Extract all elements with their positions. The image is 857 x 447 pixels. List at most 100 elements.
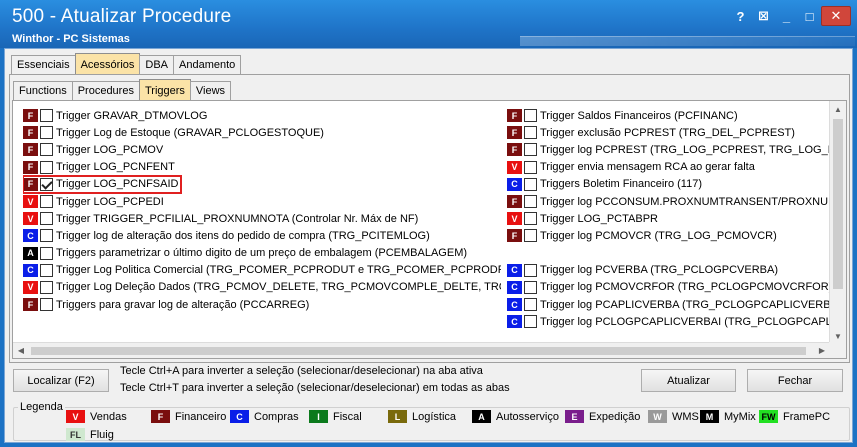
trigger-checkbox[interactable] bbox=[524, 212, 537, 226]
localizar-button[interactable]: Localizar (F2) bbox=[13, 369, 109, 392]
trigger-item[interactable]: F Trigger LOG_PCMOV bbox=[23, 141, 501, 158]
close-icon[interactable]: ✕ bbox=[821, 6, 851, 26]
trigger-checkbox[interactable] bbox=[524, 126, 537, 140]
category-badge: V bbox=[23, 280, 38, 294]
trigger-item[interactable]: F Trigger log PCCONSUM.PROXNUMTRANSENT/PR… bbox=[507, 193, 829, 210]
atualizar-button[interactable]: Atualizar bbox=[641, 369, 736, 392]
trigger-checkbox[interactable] bbox=[524, 315, 537, 329]
trigger-item[interactable] bbox=[507, 245, 829, 262]
legend-label: Compras bbox=[254, 410, 299, 423]
scroll-up-icon[interactable]: ▲ bbox=[830, 101, 846, 117]
triggers-list: F Trigger GRAVAR_DTMOVLOG F Trigger Log de … bbox=[12, 100, 847, 359]
trigger-checkbox[interactable] bbox=[524, 263, 537, 277]
trigger-item[interactable]: C Trigger Log Politica Comercial (TRG_PCO… bbox=[23, 262, 501, 279]
atualizar-button-label: Atualizar bbox=[667, 374, 710, 387]
trigger-checkbox[interactable] bbox=[524, 143, 537, 157]
trigger-item[interactable]: C Trigger log PCVERBA (TRG_PCLOGPCVERBA) bbox=[507, 262, 829, 279]
trigger-item[interactable]: F Trigger log PCMOVCR (TRG_LOG_PCMOVCR) bbox=[507, 227, 829, 244]
trigger-checkbox[interactable] bbox=[40, 280, 53, 294]
trigger-item[interactable]: C Trigger log PCLOGPCAPLICVERBAI (TRG_PCL… bbox=[507, 313, 829, 330]
tab-views[interactable]: Views bbox=[189, 81, 232, 100]
legend-item: F Financeiro bbox=[151, 410, 226, 423]
trigger-checkbox[interactable] bbox=[524, 195, 537, 209]
horizontal-scroll-thumb[interactable] bbox=[31, 347, 806, 355]
category-badge: C bbox=[507, 315, 522, 329]
trigger-item[interactable]: F Trigger Log de Estoque (GRAVAR_PCLOGEST… bbox=[23, 124, 501, 141]
trigger-label: Trigger log PCAPLICVERBA (TRG_PCLOGPCAPL… bbox=[540, 298, 829, 311]
trigger-item[interactable]: F Triggers para gravar log de alteração (… bbox=[23, 296, 501, 313]
trigger-label: Triggers para gravar log de alteração (P… bbox=[56, 298, 310, 311]
tab-dba[interactable]: DBA bbox=[139, 55, 174, 75]
legend-group: Legenda V Vendas F Financeiro C Compras I Fisca… bbox=[13, 401, 850, 441]
trigger-item[interactable]: F Trigger LOG_PCNFSAID bbox=[23, 174, 182, 194]
trigger-item[interactable]: C Trigger log de alteração dos itens do p… bbox=[23, 227, 501, 244]
vertical-scroll-thumb[interactable] bbox=[833, 119, 843, 289]
legend-badge: E bbox=[565, 410, 584, 423]
trigger-label: Trigger LOG_PCTABPR bbox=[540, 212, 658, 225]
legend-badge: A bbox=[472, 410, 491, 423]
tab-procedures[interactable]: Procedures bbox=[71, 81, 140, 100]
trigger-checkbox[interactable] bbox=[40, 126, 53, 140]
inner-tab-strip: Functions Procedures Triggers Views bbox=[13, 79, 232, 100]
trigger-checkbox[interactable] bbox=[40, 263, 53, 277]
trigger-item[interactable]: C Triggers Boletim Financeiro (117) bbox=[507, 176, 829, 193]
vertical-scrollbar[interactable]: ▲ ▼ bbox=[829, 101, 846, 344]
scroll-left-icon[interactable]: ◀ bbox=[13, 343, 29, 358]
legend-badge: FW bbox=[759, 410, 778, 423]
scroll-right-icon[interactable]: ▶ bbox=[814, 343, 830, 358]
trigger-checkbox[interactable] bbox=[40, 229, 53, 243]
maximize-icon[interactable]: □ bbox=[798, 6, 821, 26]
trigger-item[interactable]: V Trigger LOG_PCTABPR bbox=[507, 210, 829, 227]
tab-functions[interactable]: Functions bbox=[13, 81, 73, 100]
trigger-item[interactable]: V Trigger Log Deleção Dados (TRG_PCMOV_DE… bbox=[23, 279, 501, 296]
trigger-checkbox[interactable] bbox=[524, 109, 537, 123]
trigger-item[interactable]: C Trigger log PCAPLICVERBA (TRG_PCLOGPCAP… bbox=[507, 296, 829, 313]
category-badge: F bbox=[23, 160, 38, 174]
trigger-item[interactable]: V Trigger TRIGGER_PCFILIAL_PROXNUMNOTA (C… bbox=[23, 210, 501, 227]
category-badge: C bbox=[23, 229, 38, 243]
context-icon[interactable]: ⊠ bbox=[752, 6, 775, 26]
trigger-item[interactable]: F Trigger GRAVAR_DTMOVLOG bbox=[23, 107, 501, 124]
trigger-checkbox[interactable] bbox=[40, 109, 53, 123]
trigger-item[interactable]: A Triggers parametrizar o último digito d… bbox=[23, 245, 501, 262]
fechar-button[interactable]: Fechar bbox=[747, 369, 843, 392]
tab-acessorios[interactable]: Acessórios bbox=[74, 53, 141, 75]
trigger-item[interactable]: F Trigger exclusão PCPREST (TRG_DEL_PCPRE… bbox=[507, 124, 829, 141]
trigger-label: Triggers parametrizar o último digito de… bbox=[56, 247, 468, 260]
legend-label: Expedição bbox=[589, 410, 641, 423]
trigger-checkbox[interactable] bbox=[40, 143, 53, 157]
category-badge: C bbox=[23, 263, 38, 277]
trigger-checkbox[interactable] bbox=[524, 160, 537, 174]
trigger-checkbox[interactable] bbox=[40, 298, 53, 312]
category-badge: F bbox=[507, 109, 522, 123]
trigger-item[interactable]: C Trigger log PCMOVCRFOR (TRG_PCLOGPCMOVC… bbox=[507, 279, 829, 296]
tab-triggers[interactable]: Triggers bbox=[138, 79, 191, 100]
trigger-checkbox[interactable] bbox=[524, 229, 537, 243]
help-icon[interactable]: ? bbox=[729, 6, 752, 26]
trigger-checkbox[interactable] bbox=[524, 280, 537, 294]
tab-essenciais[interactable]: Essenciais bbox=[11, 55, 76, 75]
trigger-checkbox[interactable] bbox=[40, 212, 53, 226]
trigger-checkbox[interactable] bbox=[40, 195, 53, 209]
legend-label: FramePC bbox=[783, 410, 831, 423]
trigger-item[interactable]: F Trigger Saldos Financeiros (PCFINANC) bbox=[507, 107, 829, 124]
trigger-item[interactable]: V Trigger envia mensagem RCA ao gerar fal… bbox=[507, 159, 829, 176]
trigger-label: Trigger LOG_PCMOV bbox=[56, 143, 164, 156]
minimize-icon[interactable]: _ bbox=[775, 6, 798, 26]
legend-item: FW FramePC bbox=[759, 410, 830, 423]
title-decoration bbox=[520, 36, 855, 46]
trigger-label: Trigger log PCCONSUM.PROXNUMTRANSENT/PRO… bbox=[540, 195, 829, 208]
trigger-item[interactable]: F Trigger LOG_PCNFENT bbox=[23, 159, 501, 176]
trigger-checkbox[interactable] bbox=[524, 298, 537, 312]
trigger-item[interactable]: V Trigger LOG_PCPEDI bbox=[23, 193, 501, 210]
trigger-checkbox[interactable] bbox=[40, 246, 53, 260]
trigger-checkbox[interactable] bbox=[40, 160, 53, 174]
tab-andamento[interactable]: Andamento bbox=[173, 55, 242, 75]
trigger-checkbox[interactable] bbox=[40, 177, 53, 191]
trigger-item[interactable]: F Trigger log PCPREST (TRG_LOG_PCPREST, T… bbox=[507, 141, 829, 158]
trigger-label: Trigger Log Deleção Dados (TRG_PCMOV_DEL… bbox=[56, 281, 501, 294]
legend-item: E Expedição bbox=[565, 410, 640, 423]
horizontal-scrollbar[interactable]: ◀ ▶ bbox=[13, 342, 830, 358]
trigger-checkbox[interactable] bbox=[524, 177, 537, 191]
category-badge: F bbox=[23, 298, 38, 312]
